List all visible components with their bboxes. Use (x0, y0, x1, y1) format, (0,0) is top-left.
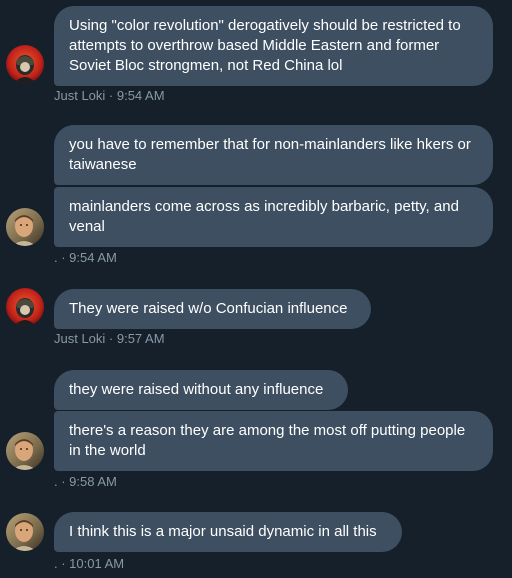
message-bubble[interactable]: Using "color revolution" derogatively sh… (54, 6, 493, 86)
message-meta: . · 9:58 AM (54, 474, 117, 489)
avatar-red-helmet-icon[interactable] (6, 45, 44, 83)
avatar-man-portrait-icon[interactable] (6, 513, 44, 551)
message-bubble[interactable]: I think this is a major unsaid dynamic i… (54, 512, 402, 552)
message-meta: Just Loki · 9:57 AM (54, 331, 165, 346)
message-bubble[interactable]: mainlanders come across as incredibly ba… (54, 187, 493, 247)
message-meta: . · 10:01 AM (54, 556, 125, 571)
message-bubble[interactable]: They were raised w/o Confucian influence (54, 289, 371, 329)
avatar-red-helmet-icon[interactable] (6, 288, 44, 326)
message-bubble[interactable]: there's a reason they are among the most… (54, 411, 493, 471)
message-bubble[interactable]: you have to remember that for non-mainla… (54, 125, 493, 185)
message-meta: Just Loki · 9:54 AM (54, 88, 165, 103)
message-bubble[interactable]: they were raised without any influence (54, 370, 348, 410)
avatar-man-portrait-icon[interactable] (6, 208, 44, 246)
avatar-man-portrait-icon[interactable] (6, 432, 44, 470)
message-meta: . · 9:54 AM (54, 250, 117, 265)
message-thread: Using "color revolution" derogatively sh… (0, 0, 512, 578)
